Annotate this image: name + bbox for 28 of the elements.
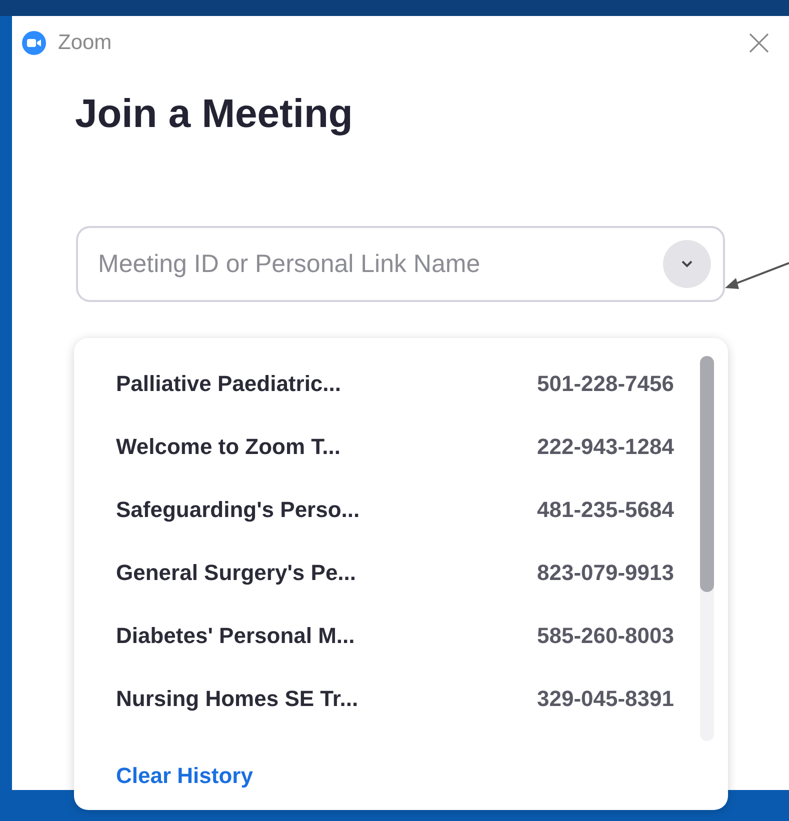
meeting-id: 585-260-8003 xyxy=(536,622,674,650)
close-icon xyxy=(748,32,770,54)
meeting-id: 501-228-7456 xyxy=(536,370,674,398)
chevron-down-icon xyxy=(681,260,693,268)
page-heading: Join a Meeting xyxy=(75,94,354,134)
annotation-arrow xyxy=(724,262,789,292)
clear-history-link[interactable]: Clear History xyxy=(116,759,253,792)
video-camera-logo-icon xyxy=(22,31,46,55)
meeting-id: 222-943-1284 xyxy=(536,433,674,461)
meeting-name: Diabetes' Personal M... xyxy=(116,622,355,650)
meeting-id: 481-235-5684 xyxy=(536,496,674,524)
meeting-id: 823-079-9913 xyxy=(536,559,674,587)
meeting-id-field[interactable]: Meeting ID or Personal Link Name xyxy=(76,226,725,302)
history-item[interactable]: Palliative Paediatric... 501-228-7456 xyxy=(116,352,674,415)
history-item[interactable]: General Surgery's Pe... 823-079-9913 xyxy=(116,541,674,604)
scrollbar-thumb[interactable] xyxy=(700,356,714,592)
dropdown-button[interactable] xyxy=(663,240,711,288)
history-item[interactable]: Safeguarding's Perso... 481-235-5684 xyxy=(116,478,674,541)
window-title: Zoom xyxy=(58,30,112,56)
meeting-name: Nursing Homes SE Tr... xyxy=(116,685,358,713)
meeting-name: General Surgery's Pe... xyxy=(116,559,356,587)
meeting-name: Safeguarding's Perso... xyxy=(116,496,360,524)
meeting-name: Welcome to Zoom T... xyxy=(116,433,341,461)
history-item[interactable]: Diabetes' Personal M... 585-260-8003 xyxy=(116,604,674,667)
meeting-id: 329-045-8391 xyxy=(536,685,674,713)
meeting-name: Palliative Paediatric... xyxy=(116,370,342,398)
history-item[interactable]: Welcome to Zoom T... 222-943-1284 xyxy=(116,415,674,478)
history-item[interactable]: Nursing Homes SE Tr... 329-045-8391 xyxy=(116,667,674,730)
